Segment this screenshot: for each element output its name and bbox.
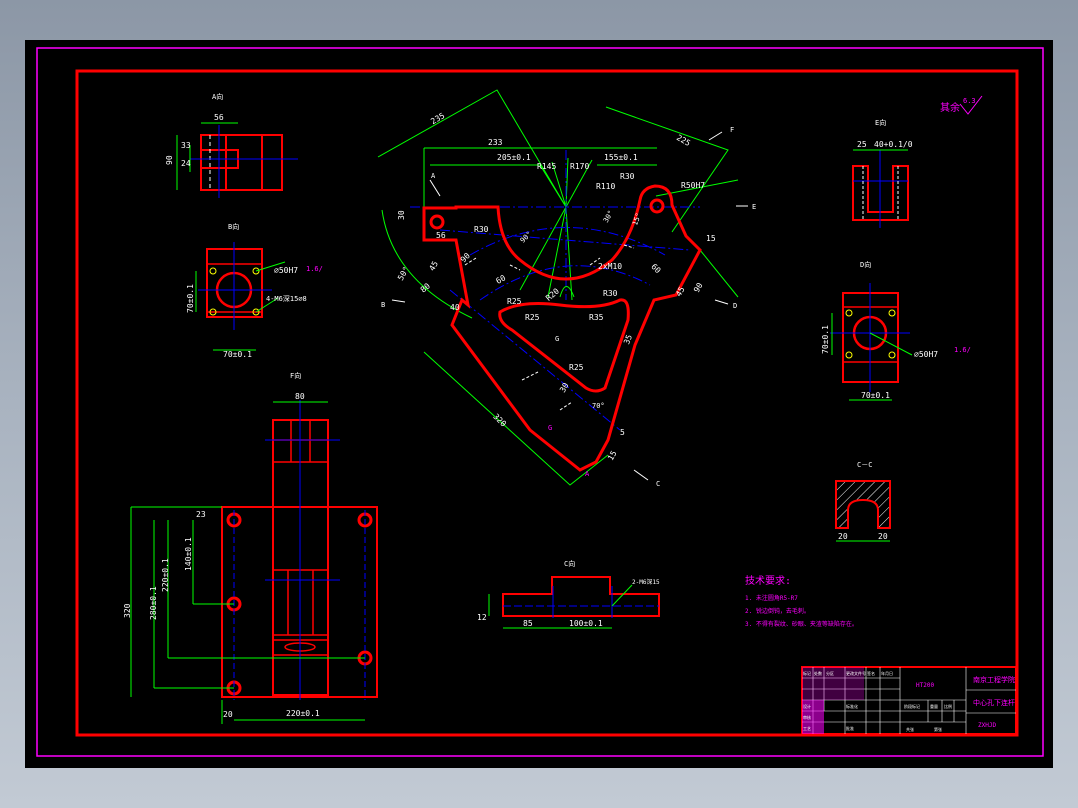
view-b-roughness: 1.6/ — [306, 265, 323, 273]
title-block-label-mark: 标记 — [803, 670, 811, 676]
title-block-label-sign: 签名 — [867, 670, 875, 676]
view-c-dim-threads: 2-M6深15 — [632, 578, 660, 586]
main-dim-r30-left: R30 — [474, 225, 489, 234]
main-label-g: G — [555, 335, 559, 343]
main-dim-30-left: 30 — [397, 210, 406, 220]
main-label-d: D — [733, 302, 737, 310]
view-f-dim-140: 140±0.1 — [184, 537, 193, 571]
drawing-background — [25, 40, 1053, 768]
title-block-label-count: 处数 — [814, 670, 822, 676]
main-dim-2xm10: 2xM10 — [598, 262, 622, 271]
title-block-material: HT200 — [916, 682, 934, 689]
view-e-dim-40: 40+0.1/0 — [874, 140, 913, 149]
main-dim-56: 56 — [436, 231, 446, 240]
tech-req-title: 技术要求: — [745, 574, 791, 587]
title-block-label-sheet: 第张 — [934, 726, 942, 732]
view-c-dim-85: 85 — [523, 619, 533, 628]
view-c-dim-100: 100±0.1 — [569, 619, 603, 628]
title-block-label-stage: 阶段标记 — [904, 703, 920, 709]
view-a-dim-width: 56 — [214, 113, 224, 122]
tech-req-item-1: 1. 未注圆角R5-R7 — [745, 594, 798, 602]
main-dim-r110: R110 — [596, 182, 615, 191]
surface-mark-value: 6.3 — [963, 97, 976, 105]
main-dim-r25-b: R25 — [525, 313, 540, 322]
main-dim-40: 40 — [450, 303, 460, 312]
main-dim-15: 15 — [706, 234, 716, 243]
main-label-b: B — [381, 301, 385, 309]
title-block-label-approve: 批准 — [846, 725, 854, 731]
view-f-dim-23: 23 — [196, 510, 206, 519]
main-label-f: F — [730, 126, 734, 134]
view-cc-label: C－C — [857, 461, 872, 469]
tech-req-item-2: 2. 锐边倒钝，去毛刺。 — [745, 607, 810, 615]
view-a-dim-upper: 33 — [181, 141, 191, 150]
title-block-label-scale: 比例 — [944, 703, 952, 709]
view-cc-dim-right: 20 — [878, 532, 888, 541]
tech-req-item-3: 3. 不得有裂纹、砂眼、夹渣等缺陷存在。 — [745, 620, 858, 628]
view-b-dim-bore: ∅50H7 — [274, 266, 298, 275]
main-dim-r145: R145 — [537, 162, 556, 171]
view-cc-dim-left: 20 — [838, 532, 848, 541]
title-block-label-change: 更改文件号 — [846, 670, 866, 676]
title-block-drawing-no: ZXHJD — [978, 722, 996, 729]
cad-drawing-sheet: A向 56 90 33 24 B向 70±0.1 70±0.1 ∅50H7 4-… — [25, 40, 1053, 768]
view-d-roughness: 1.6/ — [954, 346, 971, 354]
main-dim-r50h7: R50H7 — [681, 181, 705, 190]
view-f-dim-320: 320 — [123, 603, 132, 618]
view-a-label: A向 — [212, 92, 223, 101]
title-block-part-name: 中心孔下连杆 — [973, 698, 1015, 707]
view-d-dim-horizontal: 70±0.1 — [861, 391, 890, 400]
view-f-dim-width: 80 — [295, 392, 305, 401]
main-label-c: C — [656, 480, 660, 488]
main-dim-r30-right: R30 — [603, 289, 618, 298]
title-block-label-total: 共张 — [906, 726, 914, 732]
surface-mark-label: 其余 — [940, 101, 960, 114]
view-b-dim-vertical: 70±0.1 — [186, 284, 195, 313]
view-f-dim-220: 220±0.1 — [161, 558, 170, 592]
main-label-g2: G — [548, 424, 552, 432]
main-dim-233: 233 — [488, 138, 503, 147]
main-label-e: E — [752, 203, 756, 211]
view-f-label: F向 — [290, 371, 301, 380]
title-block: HT200 南京工程学院 中心孔下连杆 ZXHJD 标记 处数 分区 更改文件号… — [801, 666, 1017, 735]
view-a-dim-height: 90 — [165, 155, 174, 165]
title-block-label-weight: 重量 — [930, 703, 938, 709]
view-f-dim-220-bottom: 220±0.1 — [286, 709, 320, 718]
main-dim-70deg: 70° — [592, 402, 605, 410]
main-dim-5: 5 — [620, 428, 625, 437]
view-e-dim-25: 25 — [857, 140, 867, 149]
title-block-label-standard: 标准化 — [846, 703, 858, 709]
view-e-label: E向 — [875, 118, 886, 127]
view-d-label: D向 — [860, 260, 871, 269]
main-dim-r170: R170 — [570, 162, 589, 171]
title-block-label-design: 设计 — [803, 703, 811, 709]
view-c-label: C向 — [564, 559, 575, 568]
main-dim-205: 205±0.1 — [497, 153, 531, 162]
title-block-school: 南京工程学院 — [973, 675, 1015, 684]
main-dim-r30-top: R30 — [620, 172, 635, 181]
view-f-dim-20-left: 20 — [223, 710, 233, 719]
view-f-dim-280: 280±0.1 — [149, 586, 158, 620]
view-b-dim-horizontal: 70±0.1 — [223, 350, 252, 359]
view-b-dim-threads: 4-M6深15∅8 — [266, 294, 307, 303]
view-b-label: B向 — [228, 222, 239, 231]
view-a-dim-lower: 24 — [181, 159, 191, 168]
title-block-label-zone: 分区 — [826, 670, 834, 676]
title-block-label-date: 年月日 — [881, 670, 893, 676]
view-c-dim-12: 12 — [477, 613, 487, 622]
title-block-label-process: 工艺 — [803, 726, 811, 731]
main-dim-r25-c: R25 — [569, 363, 584, 372]
main-dim-r35: R35 — [589, 313, 604, 322]
view-d-dim-bore: ∅50H7 — [914, 350, 938, 359]
title-block-label-review: 审核 — [803, 714, 811, 720]
view-d-dim-vertical: 70±0.1 — [821, 325, 830, 354]
main-dim-r25-a: R25 — [507, 297, 522, 306]
main-dim-155: 155±0.1 — [604, 153, 638, 162]
